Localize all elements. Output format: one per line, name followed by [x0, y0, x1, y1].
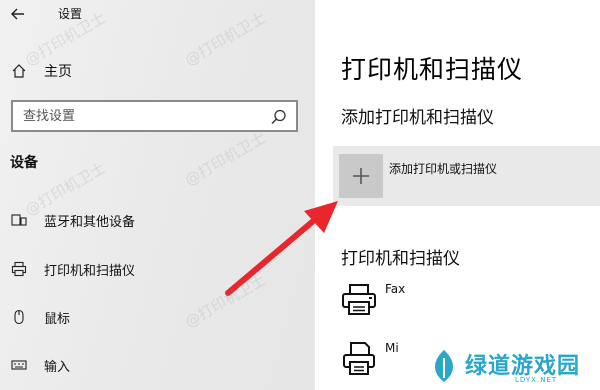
printer-icon: [10, 260, 28, 278]
printers-list-heading: 打印机和扫描仪: [341, 249, 460, 269]
home-icon: [10, 62, 28, 80]
printer-name: Fax: [385, 282, 406, 296]
document-printer-icon: [343, 342, 375, 375]
app-title: 设置: [58, 7, 83, 21]
printer-item-fax[interactable]: Fax: [341, 282, 581, 330]
printer-name: Mi: [385, 341, 399, 355]
sidebar-item-printers[interactable]: 打印机和扫描仪: [8, 256, 298, 282]
sidebar-item-mouse[interactable]: 鼠标: [8, 304, 298, 330]
sidebar-item-label: 鼠标: [44, 311, 71, 327]
search-icon[interactable]: [270, 108, 288, 126]
settings-sidebar: 设置 主页 设备 蓝牙和其他设备: [0, 0, 315, 390]
back-button[interactable]: [8, 4, 28, 24]
logo-subtext: LDYX.NET: [515, 376, 558, 384]
sidebar-item-bluetooth[interactable]: 蓝牙和其他设备: [8, 207, 298, 233]
sidebar-section-heading: 设备: [10, 155, 38, 171]
sidebar-item-label: 打印机和扫描仪: [44, 263, 136, 279]
search-input[interactable]: [13, 103, 253, 129]
sidebar-item-home[interactable]: 主页: [8, 58, 298, 84]
sidebar-item-typing[interactable]: 输入: [8, 352, 298, 378]
site-logo: 绿道游戏园 LDYX.NET: [423, 342, 600, 390]
leaf-logo-icon: [434, 350, 454, 382]
fax-printer-icon: [342, 284, 376, 315]
add-section-heading: 添加打印机和扫描仪: [341, 108, 494, 128]
sidebar-item-label: 输入: [44, 359, 71, 375]
keyboard-icon: [10, 356, 28, 374]
add-printer-label: 添加打印机或扫描仪: [389, 162, 498, 176]
main-content: 打印机和扫描仪 添加打印机和扫描仪 添加打印机或扫描仪 打印机和扫描仪 Fax …: [315, 0, 600, 390]
mouse-icon: [10, 308, 28, 326]
plus-icon: [339, 154, 383, 198]
add-printer-button[interactable]: 添加打印机或扫描仪: [333, 146, 600, 206]
sidebar-item-label: 蓝牙和其他设备: [44, 214, 136, 230]
arrow-left-icon: [11, 8, 24, 20]
search-field-container[interactable]: [11, 100, 298, 132]
page-title: 打印机和扫描仪: [341, 55, 524, 84]
sidebar-item-label: 主页: [44, 64, 72, 80]
bluetooth-devices-icon: [10, 211, 28, 229]
